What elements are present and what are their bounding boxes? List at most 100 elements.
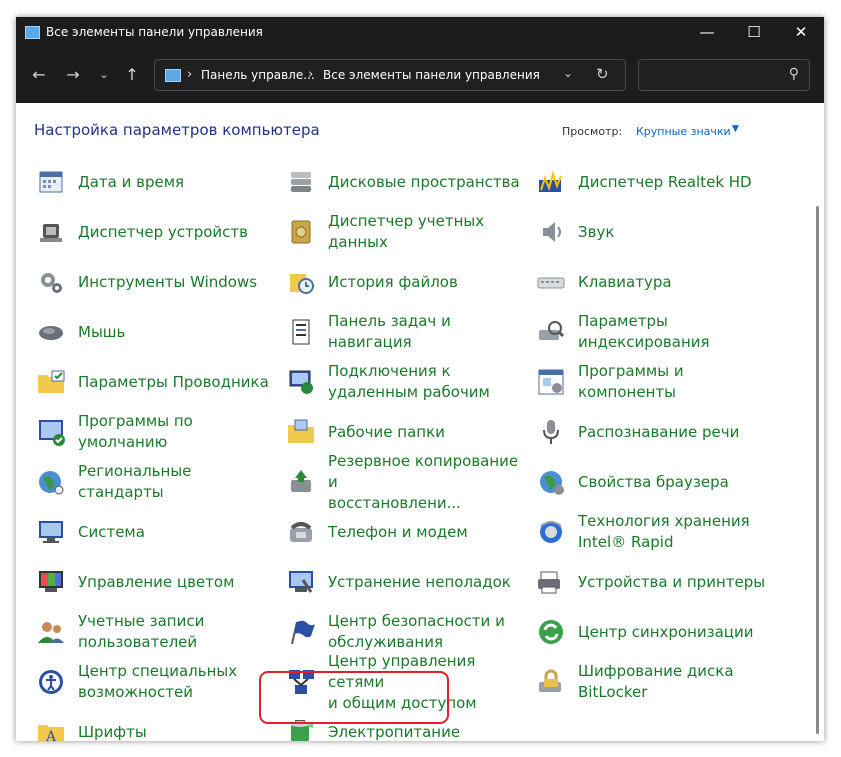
- taskbar-icon: [285, 316, 317, 348]
- storage-spaces-icon: [285, 166, 317, 198]
- control-panel-item[interactable]: Параметры Проводника: [35, 360, 275, 404]
- control-panel-location-icon: [165, 69, 181, 82]
- forward-button[interactable]: →: [63, 65, 83, 85]
- control-panel-item[interactable]: Программы по умолчанию: [35, 410, 275, 454]
- address-bar[interactable]: › Панель управле... › Все элементы панел…: [154, 59, 626, 91]
- item-label: Учетные записи пользователей: [78, 612, 205, 651]
- control-panel-item[interactable]: Свойства браузера: [535, 460, 775, 504]
- accessibility-icon: [35, 666, 67, 698]
- control-panel-item[interactable]: Шифрование диска BitLocker: [535, 660, 775, 704]
- content-area: Настройка параметров компьютера Просмотр…: [16, 103, 824, 741]
- control-panel-item[interactable]: Региональные стандарты: [35, 460, 275, 504]
- control-panel-item[interactable]: Подключения к удаленным рабочим: [285, 360, 525, 404]
- backup-icon: [285, 466, 317, 498]
- region-globe-icon: [35, 466, 67, 498]
- control-panel-item[interactable]: Дата и время: [35, 160, 275, 204]
- breadcrumb-control-panel[interactable]: Панель управле...: [201, 68, 315, 82]
- device-manager-icon: [35, 216, 67, 248]
- item-label: Технология хранения Intel® Rapid: [578, 512, 750, 551]
- item-label: Дисковые пространства: [328, 172, 520, 191]
- sync-center-icon: [535, 616, 567, 648]
- control-panel-item[interactable]: История файлов: [285, 260, 525, 304]
- close-icon: ✕: [794, 23, 808, 41]
- item-label: Шрифты: [78, 722, 147, 741]
- item-label: Панель задач и навигация: [328, 312, 451, 351]
- recent-locations-button[interactable]: ⌄: [94, 65, 114, 85]
- control-panel-item[interactable]: Клавиатура: [535, 260, 775, 304]
- maximize-icon: ☐: [747, 23, 761, 41]
- control-panel-item[interactable]: Распознавание речи: [535, 410, 775, 454]
- realtek-audio-icon: [535, 166, 567, 198]
- control-panel-item[interactable]: Центр безопасности и обслуживания: [285, 610, 525, 654]
- view-label: Просмотр:: [562, 125, 623, 138]
- phone-modem-icon: [285, 516, 317, 548]
- minimize-button[interactable]: —: [684, 17, 730, 47]
- item-label: Свойства браузера: [578, 472, 729, 491]
- programs-icon: [535, 366, 567, 398]
- control-panel-item[interactable]: Диспетчер устройств: [35, 210, 275, 254]
- intel-rapid-icon: [535, 516, 567, 548]
- printer-icon: [535, 566, 567, 598]
- item-label: Центр синхронизации: [578, 622, 754, 641]
- control-panel-item[interactable]: Параметры индексирования: [535, 310, 775, 354]
- control-panel-item[interactable]: Звук: [535, 210, 775, 254]
- close-button[interactable]: ✕: [778, 17, 824, 47]
- arrow-up-icon: ↑: [125, 65, 139, 84]
- control-panel-item[interactable]: Учетные записи пользователей: [35, 610, 275, 654]
- view-mode-dropdown[interactable]: Крупные значки: [636, 125, 731, 138]
- control-panel-item[interactable]: Технология хранения Intel® Rapid: [535, 510, 775, 554]
- item-label: Инструменты Windows: [78, 272, 258, 291]
- internet-options-icon: [535, 466, 567, 498]
- microphone-icon: [535, 416, 567, 448]
- control-panel-item[interactable]: Устранение неполадок: [285, 560, 525, 604]
- control-panel-item[interactable]: Управление цветом: [35, 560, 275, 604]
- item-label: Центр безопасности и обслуживания: [328, 612, 505, 651]
- calendar-clock-icon: [35, 166, 67, 198]
- control-panel-item[interactable]: Программы и компоненты: [535, 360, 775, 404]
- item-label: Устройства и принтеры: [578, 572, 766, 591]
- dropdown-triangle-icon[interactable]: ▼: [732, 124, 739, 134]
- user-accounts-icon: [35, 616, 67, 648]
- up-button[interactable]: ↑: [122, 65, 142, 85]
- control-panel-item[interactable]: A Шрифты: [35, 710, 275, 741]
- back-button[interactable]: ←: [29, 65, 49, 85]
- control-panel-item[interactable]: Центр специальных возможностей: [35, 660, 275, 704]
- control-panel-item[interactable]: Рабочие папки: [285, 410, 525, 454]
- maximize-button[interactable]: ☐: [731, 17, 777, 47]
- color-management-icon: [35, 566, 67, 598]
- item-label: Диспетчер устройств: [78, 222, 249, 241]
- fonts-icon: A: [35, 716, 67, 741]
- refresh-icon[interactable]: ↻: [596, 65, 609, 83]
- address-dropdown-icon[interactable]: ⌄: [563, 66, 573, 80]
- control-panel-item[interactable]: Дисковые пространства: [285, 160, 525, 204]
- control-panel-item[interactable]: Мышь: [35, 310, 275, 354]
- control-panel-item[interactable]: Центр синхронизации: [535, 610, 775, 654]
- search-box[interactable]: ⚲: [638, 59, 810, 91]
- control-panel-item[interactable]: Телефон и модем: [285, 510, 525, 554]
- scrollbar[interactable]: [816, 206, 819, 734]
- control-panel-window: Все элементы панели управления — ☐ ✕ ← →…: [16, 17, 824, 741]
- control-panel-item[interactable]: Диспетчер Realtek HD: [535, 160, 775, 204]
- item-label: Региональные стандарты: [78, 462, 192, 501]
- control-panel-item[interactable]: Система: [35, 510, 275, 554]
- gears-icon: [35, 266, 67, 298]
- item-label: Параметры индексирования: [578, 312, 710, 351]
- control-panel-item[interactable]: Панель задач и навигация: [285, 310, 525, 354]
- control-panel-item[interactable]: Диспетчер учетных данных: [285, 210, 525, 254]
- item-label: Диспетчер учетных данных: [328, 212, 485, 251]
- control-panel-item[interactable]: Инструменты Windows: [35, 260, 275, 304]
- control-panel-app-icon: [25, 26, 40, 39]
- breadcrumb-all-items[interactable]: Все элементы панели управления: [323, 68, 540, 82]
- chevron-down-icon: ⌄: [99, 68, 109, 81]
- item-label: Клавиатура: [578, 272, 672, 291]
- credential-vault-icon: [285, 216, 317, 248]
- minimize-icon: —: [699, 23, 715, 41]
- folder-options-icon: [35, 366, 67, 398]
- item-label: Телефон и модем: [328, 522, 468, 541]
- indexing-icon: [535, 316, 567, 348]
- item-label: Управление цветом: [78, 572, 235, 591]
- file-history-icon: [285, 266, 317, 298]
- item-label: Параметры Проводника: [78, 372, 269, 391]
- control-panel-item[interactable]: Устройства и принтеры: [535, 560, 775, 604]
- control-panel-item[interactable]: Резервное копирование и восстановлени...: [285, 452, 525, 512]
